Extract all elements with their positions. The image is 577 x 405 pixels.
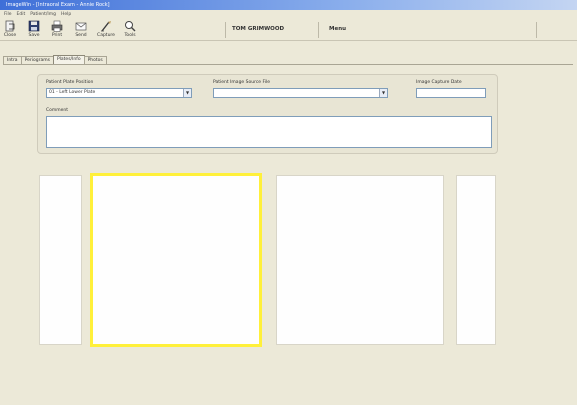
- close-icon: [5, 20, 15, 32]
- pager-menu[interactable]: Menu: [329, 26, 346, 32]
- tab-periograms[interactable]: Periograms: [20, 56, 54, 64]
- menu-bar: File Edit Patient/Img Help: [0, 10, 577, 19]
- send-button[interactable]: Send: [71, 20, 91, 40]
- plate-position-value: 01 - Left Lower Plate: [49, 90, 96, 95]
- toolbar-separator: [225, 22, 226, 38]
- image-frame-3[interactable]: [276, 175, 444, 345]
- tab-plates-info[interactable]: Plates/Info: [52, 55, 85, 64]
- plate-position-label: Patient Plate Position: [46, 80, 94, 85]
- plate-position-select[interactable]: 01 - Left Lower Plate ▼: [46, 88, 192, 98]
- toolbar-separator: [536, 22, 537, 38]
- window-title: ImageWin - [Intraoral Exam - Annie Rock]: [6, 2, 110, 8]
- image-source-label: Patient Image Source File: [213, 80, 271, 85]
- menu-item-patient[interactable]: Patient/Img: [30, 10, 56, 19]
- save-icon: [28, 20, 40, 32]
- print-label: Print: [51, 33, 63, 38]
- tab-intra[interactable]: Intra: [3, 56, 22, 64]
- title-bar[interactable]: ImageWin - [Intraoral Exam - Annie Rock]: [0, 0, 577, 10]
- send-label: Send: [75, 33, 87, 38]
- toolbar-separator: [318, 22, 319, 38]
- comment-label: Comment: [46, 108, 69, 113]
- send-icon: [75, 22, 87, 31]
- menu-item-file[interactable]: File: [4, 10, 12, 19]
- close-button[interactable]: Close: [0, 20, 20, 40]
- capture-date-label: Image Capture Date: [416, 80, 462, 85]
- patient-name: TOM GRIMWOOD: [232, 26, 285, 32]
- tools-label: Tools: [124, 33, 136, 38]
- save-button[interactable]: Save: [24, 20, 44, 40]
- comment-field[interactable]: [46, 116, 492, 148]
- tab-photos[interactable]: Photos: [83, 56, 107, 64]
- print-button[interactable]: Print: [47, 20, 67, 40]
- capture-label: Capture: [97, 33, 115, 38]
- menu-item-edit[interactable]: Edit: [17, 10, 26, 19]
- close-label: Close: [3, 33, 17, 38]
- magnifier-icon: [125, 21, 136, 32]
- capture-icon: [101, 21, 111, 32]
- tab-divider: [3, 64, 573, 65]
- tab-strip: Intra Periograms Plates/Info Photos: [3, 55, 107, 64]
- image-source-select[interactable]: ▼: [213, 88, 388, 98]
- menu-item-help[interactable]: Help: [61, 10, 71, 19]
- print-icon: [51, 20, 63, 32]
- capture-date-field[interactable]: [416, 88, 486, 98]
- image-frame-1[interactable]: [39, 175, 82, 345]
- application-window: ImageWin - [Intraoral Exam - Annie Rock]…: [0, 0, 577, 405]
- image-frame-4[interactable]: [456, 175, 496, 345]
- capture-button[interactable]: Capture: [96, 20, 116, 40]
- chevron-down-icon[interactable]: ▼: [379, 89, 387, 97]
- toolbar: Close Save Print Send Capture Tools: [0, 19, 577, 41]
- save-label: Save: [28, 33, 40, 38]
- plate-info-panel: Patient Plate Position 01 - Left Lower P…: [37, 74, 498, 154]
- chevron-down-icon[interactable]: ▼: [183, 89, 191, 97]
- image-frame-2[interactable]: [90, 173, 262, 347]
- tools-button[interactable]: Tools: [120, 20, 140, 40]
